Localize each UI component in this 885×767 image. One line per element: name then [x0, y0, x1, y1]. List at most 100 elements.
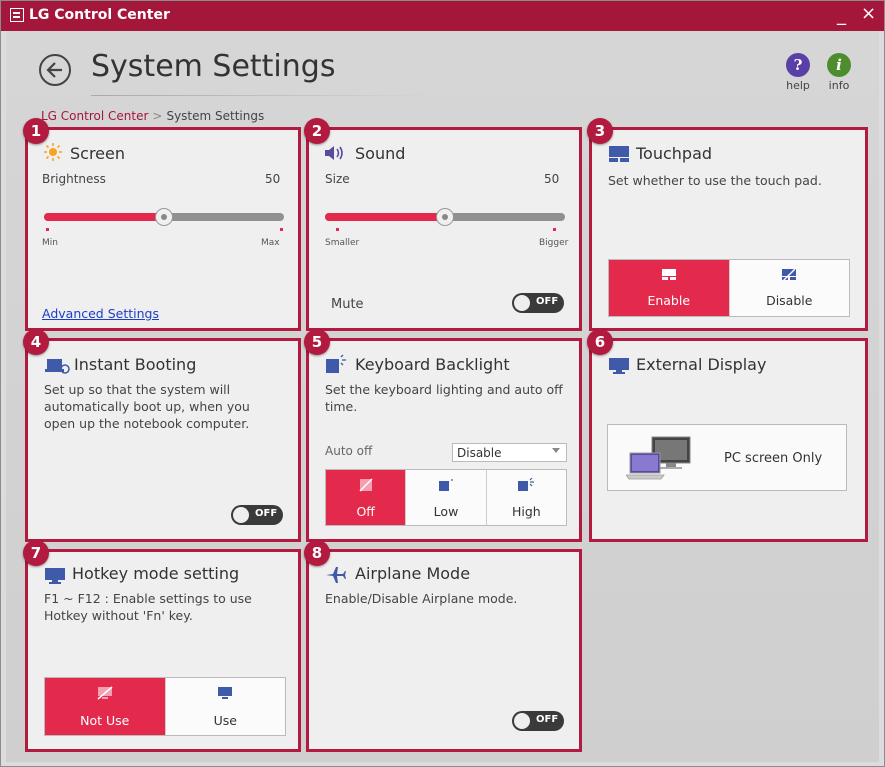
- airplane-mode-description: Enable/Disable Airplane mode.: [325, 591, 518, 606]
- hotkey-panel: Hotkey mode setting F1 ~ F12 : Enable se…: [25, 549, 301, 752]
- info-button[interactable]: i info: [819, 53, 859, 92]
- help-button[interactable]: ? help: [778, 53, 818, 92]
- auto-off-select[interactable]: Disable: [452, 443, 567, 462]
- badge-6: 6: [587, 329, 613, 355]
- mute-label: Mute: [331, 297, 364, 312]
- backlight-low-icon: [438, 479, 453, 491]
- page-title: System Settings: [91, 49, 336, 84]
- laptop-boot-icon: [45, 359, 70, 374]
- size-bigger-label: Bigger: [539, 238, 569, 248]
- badge-5: 5: [304, 329, 330, 355]
- touchpad-disable-button[interactable]: Disable: [729, 260, 849, 316]
- instant-booting-toggle[interactable]: OFF: [231, 505, 283, 525]
- back-button[interactable]: [39, 54, 71, 86]
- breadcrumb-separator: >: [152, 109, 163, 123]
- hotkey-segmented-control: Not Use Use: [44, 677, 286, 736]
- brightness-slider-fill: [44, 213, 164, 221]
- touchpad-panel: Touchpad Set whether to use the touch pa…: [589, 127, 868, 331]
- touchpad-off-icon: [782, 268, 797, 282]
- touchpad-icon: [609, 146, 629, 162]
- badge-7: 7: [23, 540, 49, 566]
- mute-toggle-state: OFF: [536, 296, 559, 307]
- breadcrumb-current: System Settings: [166, 109, 265, 123]
- app-icon: [10, 8, 24, 22]
- screen-title: Screen: [70, 144, 126, 163]
- pc-screen-only-button[interactable]: PC screen Only: [607, 424, 847, 491]
- airplane-mode-toggle-state: OFF: [536, 714, 559, 725]
- back-arrow-icon: [46, 62, 62, 78]
- size-label: Size: [325, 172, 350, 186]
- touchpad-enable-button[interactable]: Enable: [609, 260, 730, 316]
- brightness-slider[interactable]: [44, 208, 284, 226]
- title-bar: LG Control Center _ ×: [1, 1, 884, 31]
- pc-screen-only-icon: [626, 436, 691, 480]
- chevron-down-icon: [552, 448, 560, 453]
- badge-2: 2: [304, 118, 330, 144]
- disable-label: Disable: [766, 293, 813, 308]
- window-title: LG Control Center: [29, 7, 170, 23]
- slider-max-tick: [280, 228, 283, 231]
- slider-max-tick: [553, 228, 556, 231]
- backlight-low-button[interactable]: Low: [406, 470, 487, 525]
- hotkey-not-use-button[interactable]: Not Use: [45, 678, 166, 735]
- hotkey-description: F1 ~ F12 : Enable settings to use Hotkey…: [44, 591, 252, 623]
- airplane-mode-title: Airplane Mode: [355, 564, 471, 583]
- info-label: info: [828, 79, 850, 92]
- touchpad-title: Touchpad: [636, 144, 713, 163]
- airplane-icon: [326, 567, 346, 583]
- hotkey-use-button[interactable]: Use: [165, 678, 285, 735]
- slider-min-tick: [46, 228, 49, 231]
- screen-panel: Screen Brightness 50 Min Max Advanced Se…: [25, 127, 301, 331]
- enable-label: Enable: [647, 293, 691, 308]
- size-slider-fill: [325, 213, 445, 221]
- brightness-slider-thumb[interactable]: [155, 208, 173, 226]
- close-button[interactable]: ×: [861, 3, 876, 24]
- keyboard-light-icon: [326, 354, 346, 373]
- help-icon: ?: [786, 53, 810, 77]
- breadcrumb-parent-link[interactable]: LG Control Center: [41, 109, 148, 123]
- external-display-title: External Display: [636, 355, 767, 374]
- brightness-label: Brightness: [42, 172, 106, 186]
- backlight-high-icon: [518, 478, 535, 491]
- size-slider[interactable]: [325, 208, 565, 226]
- minimize-button[interactable]: _: [837, 5, 846, 26]
- title-underline: [91, 95, 431, 96]
- hotkey-use-icon: [218, 687, 233, 699]
- high-label: High: [511, 504, 541, 519]
- speaker-icon: [325, 146, 343, 160]
- toggle-knob: [514, 295, 530, 311]
- touchpad-segmented-control: Enable Disable: [608, 259, 850, 317]
- touchpad-on-icon: [661, 269, 676, 280]
- badge-8: 8: [304, 540, 330, 566]
- help-label: help: [786, 79, 810, 92]
- keyboard-backlight-panel: Keyboard Backlight Set the keyboard ligh…: [306, 338, 582, 542]
- advanced-settings-link[interactable]: Advanced Settings: [42, 306, 159, 321]
- mute-toggle[interactable]: OFF: [512, 293, 564, 313]
- badge-3: 3: [587, 118, 613, 144]
- instant-booting-title: Instant Booting: [74, 355, 197, 374]
- backlight-off-button[interactable]: Off: [326, 470, 407, 525]
- sound-panel: Sound Size 50 Smaller Bigger Mute OFF: [306, 127, 582, 331]
- use-label: Use: [213, 713, 237, 728]
- monitor-icon: [45, 568, 65, 584]
- pc-screen-only-label: PC screen Only: [724, 451, 823, 466]
- info-icon: i: [827, 53, 851, 77]
- touchpad-description: Set whether to use the touch pad.: [608, 173, 822, 188]
- backlight-high-button[interactable]: High: [486, 470, 566, 525]
- size-slider-thumb[interactable]: [436, 208, 454, 226]
- auto-off-label: Auto off: [325, 444, 373, 458]
- instant-booting-description: Set up so that the system will automatic…: [44, 382, 250, 431]
- keyboard-backlight-description: Set the keyboard lighting and auto off t…: [325, 382, 563, 414]
- brightness-max-label: Max: [261, 238, 280, 248]
- auto-off-selected-value: Disable: [457, 446, 502, 460]
- backlight-off-icon: [359, 478, 373, 492]
- size-smaller-label: Smaller: [325, 238, 360, 248]
- slider-min-tick: [336, 228, 339, 231]
- toggle-knob: [233, 507, 249, 523]
- monitor-icon: [609, 358, 629, 374]
- toggle-knob: [514, 713, 530, 729]
- airplane-mode-toggle[interactable]: OFF: [512, 711, 564, 731]
- hotkey-title: Hotkey mode setting: [72, 564, 240, 583]
- backlight-segmented-control: Off Low High: [325, 469, 567, 526]
- brightness-value: 50: [265, 172, 281, 186]
